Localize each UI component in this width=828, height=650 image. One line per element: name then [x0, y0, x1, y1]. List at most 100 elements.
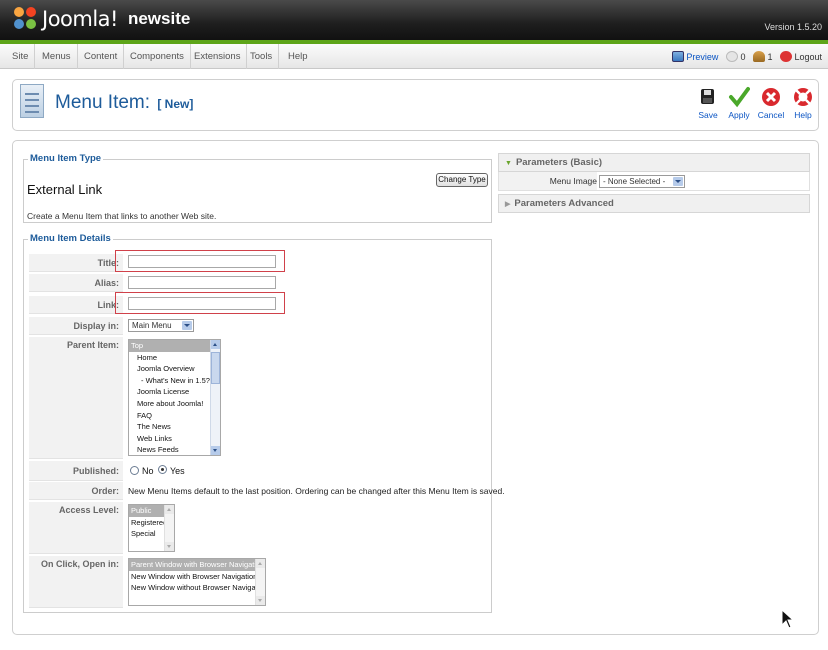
list-item[interactable]: New Window without Browser Navigation	[129, 582, 265, 594]
menu-help[interactable]: Help	[282, 44, 314, 69]
page-title: Menu Item: [ New]	[55, 92, 193, 114]
preview-link[interactable]: Preview	[672, 51, 718, 62]
menu-item-details-legend: Menu Item Details	[28, 233, 113, 244]
scroll-up-icon[interactable]	[256, 559, 265, 568]
access-level-label: Access Level:	[29, 502, 123, 554]
parameters-basic-toggle[interactable]: ▼ Parameters (Basic)	[498, 153, 810, 172]
published-yes-radio[interactable]	[158, 465, 167, 474]
preview-label: Preview	[686, 51, 719, 62]
parent-item-scrollbar[interactable]	[210, 340, 220, 455]
menu-image-select[interactable]: - None Selected -	[599, 175, 685, 188]
menu-item-page-icon	[20, 84, 44, 118]
alias-input[interactable]	[128, 276, 276, 289]
list-item[interactable]: Parent Window with Browser Navigation	[129, 559, 265, 571]
alias-label: Alias:	[29, 274, 123, 292]
messages-count: 0	[740, 51, 746, 62]
menu-image-label: Menu Image	[499, 172, 597, 190]
cancel-label: Cancel	[757, 110, 785, 120]
apply-button[interactable]: Apply	[722, 86, 756, 120]
menu-image-value: - None Selected -	[603, 177, 666, 186]
parent-item-listbox[interactable]: Top Home Joomla Overview - What's New in…	[128, 339, 221, 456]
checkmark-icon	[728, 86, 750, 108]
link-input[interactable]	[128, 297, 276, 310]
menu-site[interactable]: Site	[6, 44, 36, 69]
main-content: Menu Item Type External Link Create a Me…	[12, 140, 819, 635]
display-in-select[interactable]: Main Menu	[128, 319, 194, 332]
title-input[interactable]	[128, 255, 276, 268]
save-label: Save	[698, 110, 718, 120]
access-level-scrollbar[interactable]	[164, 505, 174, 551]
list-item[interactable]: - What's New in 1.5?	[129, 375, 220, 387]
list-item[interactable]: Top	[129, 340, 220, 352]
users-link[interactable]: 1	[753, 51, 772, 62]
scroll-up-icon[interactable]	[211, 340, 220, 349]
save-icon	[697, 86, 719, 108]
triangle-down-icon: ▼	[505, 160, 512, 167]
admin-header: Joomla! newsite Version 1.5.20	[0, 0, 828, 40]
cancel-icon	[760, 86, 782, 108]
list-item[interactable]: Joomla Overview	[129, 363, 220, 375]
parameters-advanced-label: Parameters Advanced	[514, 198, 614, 209]
site-name: newsite	[127, 9, 191, 28]
joomla-logo-icon	[14, 7, 38, 31]
preview-icon	[672, 51, 685, 62]
users-count: 1	[767, 51, 773, 62]
menu-components[interactable]: Components	[124, 44, 191, 69]
list-item[interactable]: Home	[129, 352, 220, 364]
title-label: Title:	[29, 254, 123, 272]
menu-type-name: External Link	[27, 182, 103, 197]
list-item[interactable]: More about Joomla!	[129, 398, 220, 410]
joomla-logo: Joomla! newsite	[14, 5, 190, 33]
scroll-down-icon[interactable]	[211, 446, 220, 455]
menu-item-type-legend: Menu Item Type	[28, 153, 104, 164]
scroll-down-icon[interactable]	[165, 542, 174, 551]
apply-label: Apply	[728, 110, 750, 120]
logout-link[interactable]: Logout	[780, 51, 822, 62]
onclick-open-in-scrollbar[interactable]	[255, 559, 265, 605]
logout-label: Logout	[794, 51, 822, 62]
list-item[interactable]: Web Links	[129, 433, 220, 445]
list-item[interactable]: Joomla License	[129, 386, 220, 398]
parameters-basic-label: Parameters (Basic)	[515, 157, 603, 168]
published-no-label: No	[142, 466, 154, 476]
list-item[interactable]: FAQ	[129, 410, 220, 422]
menu-type-description: Create a Menu Item that links to another…	[27, 211, 217, 221]
page-subtitle: [ New]	[157, 97, 194, 111]
menu-extensions[interactable]: Extensions	[188, 44, 248, 69]
logout-icon	[780, 51, 793, 62]
scroll-up-icon[interactable]	[165, 505, 174, 514]
users-icon	[753, 51, 766, 62]
link-label: Link:	[29, 296, 123, 314]
parameters-advanced-toggle[interactable]: ▶ Parameters Advanced	[498, 194, 810, 213]
menu-image-row: Menu Image - None Selected -	[498, 172, 810, 191]
menu-content[interactable]: Content	[78, 44, 125, 69]
published-no-radio[interactable]	[130, 466, 139, 475]
change-type-button[interactable]: Change Type	[436, 173, 488, 187]
lifebuoy-icon	[792, 86, 814, 108]
scroll-thumb[interactable]	[211, 352, 220, 384]
list-item[interactable]: The News	[129, 421, 220, 433]
published-label: Published:	[29, 461, 123, 481]
onclick-open-in-label: On Click, Open in:	[29, 556, 123, 608]
menu-item-details-fieldset: Menu Item Details Title: Alias: Link: Di…	[23, 233, 505, 613]
list-item[interactable]: News Feeds	[129, 444, 220, 455]
onclick-open-in-listbox[interactable]: Parent Window with Browser Navigation Ne…	[128, 558, 266, 606]
menu-menus[interactable]: Menus	[36, 44, 78, 69]
chevron-down-icon	[182, 321, 192, 330]
help-button[interactable]: Help	[786, 86, 820, 120]
access-level-listbox[interactable]: Public Registered Special	[128, 504, 175, 552]
list-item[interactable]: New Window with Browser Navigation	[129, 571, 265, 583]
messages-link[interactable]: 0	[726, 51, 745, 62]
menu-tools[interactable]: Tools	[244, 44, 280, 69]
cancel-button[interactable]: Cancel	[754, 86, 788, 120]
help-label: Help	[794, 110, 812, 120]
joomla-logo-text: Joomla!	[42, 7, 118, 31]
toolbar-box: Menu Item: [ New] Save Apply Cancel Help	[12, 79, 819, 131]
messages-icon	[726, 51, 739, 62]
menu-item-type-fieldset: Menu Item Type External Link Create a Me…	[23, 153, 492, 223]
display-in-value: Main Menu	[132, 321, 172, 330]
scroll-down-icon[interactable]	[256, 596, 265, 605]
triangle-right-icon: ▶	[505, 201, 511, 208]
save-button[interactable]: Save	[691, 86, 725, 120]
order-text: New Menu Items default to the last posit…	[128, 486, 505, 496]
